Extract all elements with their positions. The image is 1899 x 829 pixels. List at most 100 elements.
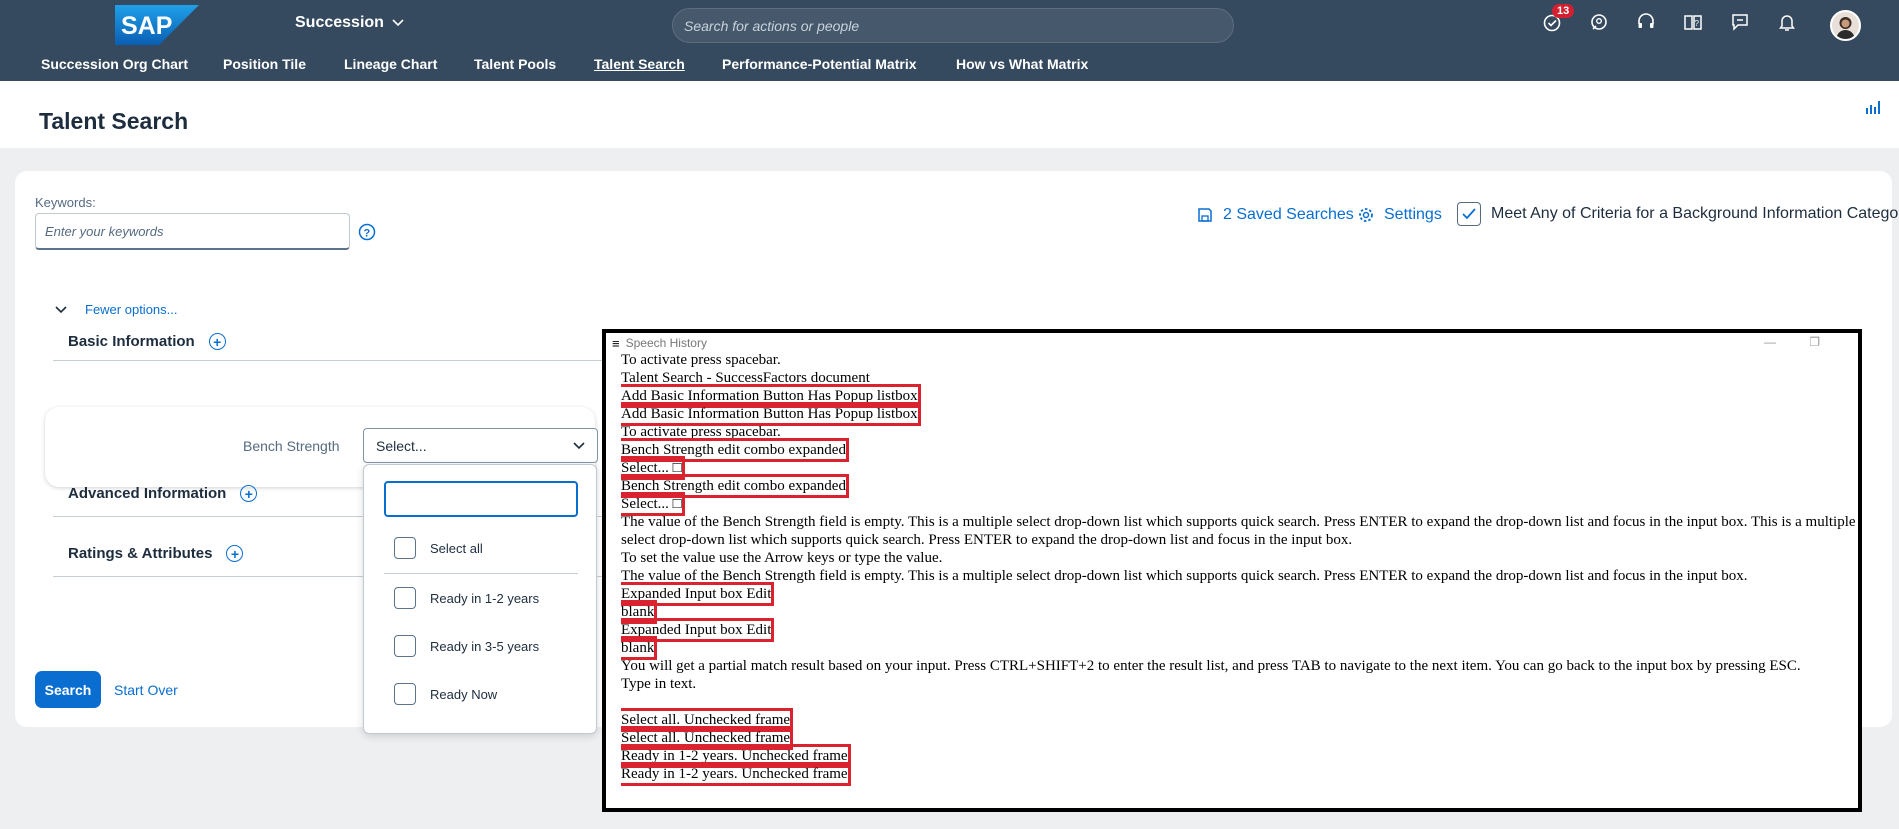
divider bbox=[384, 573, 578, 574]
speech-history-window: ≡ Speech History — ❐ To activate press s… bbox=[602, 329, 1862, 812]
speech-line-text: Expanded Input box Edit bbox=[621, 582, 775, 606]
speech-line-text: Add Basic Information Button Has Popup l… bbox=[621, 384, 921, 408]
save-icon bbox=[1198, 208, 1212, 222]
bench-strength-value: Select... bbox=[376, 437, 427, 454]
nav-talent-search[interactable]: Talent Search bbox=[594, 56, 685, 72]
shell-icons: 13 ? bbox=[1542, 4, 1799, 36]
speech-line-text: Select... □ bbox=[621, 456, 685, 480]
saved-searches-link[interactable]: 2 Saved Searches bbox=[1197, 206, 1354, 224]
option-select-all[interactable]: Select all bbox=[394, 537, 483, 559]
logo-text: SAP bbox=[121, 12, 172, 40]
svg-text:?: ? bbox=[1695, 19, 1700, 28]
feedback-icon[interactable] bbox=[1730, 12, 1752, 36]
settings-link[interactable]: Settings bbox=[1358, 206, 1442, 224]
bench-strength-popover: Select all Ready in 1-2 years Ready in 3… bbox=[363, 464, 597, 734]
chevron-down-icon bbox=[392, 19, 404, 27]
speech-line-text: Expanded Input box Edit bbox=[621, 618, 775, 642]
speech-line-text: The value of the Bench Strength field is… bbox=[621, 514, 1856, 548]
speech-history-log[interactable]: To activate press spacebar. Talent Search… bbox=[621, 351, 1856, 803]
speech-line: Select all. Unchecked frame bbox=[621, 708, 1856, 732]
gear-icon bbox=[1359, 208, 1373, 222]
menu-icon[interactable]: ≡ bbox=[612, 336, 620, 351]
speech-history-title: Speech History bbox=[625, 336, 707, 350]
speech-line: Select... □ bbox=[621, 492, 1856, 516]
speech-line-text: Select all. Unchecked frame bbox=[621, 708, 794, 732]
speech-line-text: To activate press spacebar. bbox=[621, 424, 781, 440]
speech-line: Ready in 1-2 years. Unchecked frame bbox=[621, 762, 1856, 786]
meet-any-checkbox-row[interactable]: Meet Any of Criteria for a Background In… bbox=[1457, 202, 1899, 226]
app-title: Succession bbox=[295, 14, 384, 31]
speech-line: blank bbox=[621, 600, 1856, 624]
minimize-icon[interactable]: — bbox=[1764, 335, 1776, 349]
speech-line-text: Talent Search - SuccessFactors document bbox=[621, 370, 870, 386]
meet-any-checkbox[interactable] bbox=[1457, 202, 1481, 226]
user-avatar[interactable] bbox=[1830, 10, 1861, 41]
chevron-down-icon bbox=[573, 441, 585, 449]
start-over-link[interactable]: Start Over bbox=[114, 682, 178, 698]
checkbox[interactable] bbox=[394, 587, 416, 609]
headset-icon[interactable] bbox=[1636, 12, 1658, 36]
option-ready-now[interactable]: Ready Now bbox=[394, 683, 497, 705]
speech-line: Talent Search - SuccessFactors document bbox=[621, 369, 1856, 387]
checkmark-icon bbox=[1462, 208, 1476, 220]
option-label: Ready in 1-2 years bbox=[430, 590, 540, 606]
speech-line-text: blank bbox=[621, 600, 658, 624]
speech-line-text: Select all. Unchecked frame bbox=[621, 726, 794, 750]
nav-talent-pools[interactable]: Talent Pools bbox=[474, 56, 556, 72]
section-basic-label: Basic Information bbox=[68, 333, 195, 350]
nav-position-tile[interactable]: Position Tile bbox=[223, 56, 306, 72]
speech-line-text: Bench Strength edit combo expanded bbox=[621, 438, 849, 462]
speech-line-text: Ready in 1-2 years. Unchecked frame bbox=[621, 762, 851, 786]
bench-strength-label: Bench Strength bbox=[243, 438, 340, 454]
speech-line bbox=[621, 693, 1856, 711]
speech-line-text: Bench Strength edit combo expanded bbox=[621, 474, 849, 498]
speech-line: To activate press spacebar. bbox=[621, 351, 1856, 369]
speech-line-text: To activate press spacebar. bbox=[621, 352, 781, 368]
speech-line: Select... □ bbox=[621, 456, 1856, 480]
checkbox[interactable] bbox=[394, 683, 416, 705]
speech-line: Expanded Input box Edit bbox=[621, 582, 1856, 606]
bar-chart-icon[interactable] bbox=[1865, 99, 1881, 115]
checkbox[interactable] bbox=[394, 635, 416, 657]
speech-line: To activate press spacebar. bbox=[621, 423, 1856, 441]
speech-line-text: The value of the Bench Strength field is… bbox=[621, 568, 1748, 584]
question-icon[interactable]: ? bbox=[358, 223, 376, 241]
nav-performance-potential-matrix[interactable]: Performance-Potential Matrix bbox=[722, 56, 917, 72]
nav-succession-org-chart[interactable]: Succession Org Chart bbox=[41, 56, 188, 72]
speech-line: You will get a partial match result base… bbox=[621, 657, 1856, 675]
bench-strength-select[interactable]: Select... bbox=[363, 428, 598, 463]
option-label: Ready Now bbox=[430, 686, 498, 702]
speech-history-titlebar[interactable]: ≡ Speech History bbox=[606, 333, 1858, 353]
chat-icon[interactable] bbox=[1589, 12, 1611, 36]
nav-how-vs-what-matrix[interactable]: How vs What Matrix bbox=[956, 56, 1088, 72]
restore-icon[interactable]: ❐ bbox=[1809, 335, 1820, 349]
global-search-input[interactable] bbox=[684, 17, 1222, 34]
section-basic-information: Basic Information + bbox=[53, 303, 620, 361]
checkbox[interactable] bbox=[394, 537, 416, 559]
global-search[interactable] bbox=[672, 8, 1234, 43]
popover-search-input[interactable] bbox=[384, 481, 578, 517]
speech-line: Ready in 1-2 years. Unchecked frame bbox=[621, 744, 1856, 768]
add-ratings-attributes-button[interactable]: + bbox=[226, 545, 244, 562]
speech-line-text bbox=[621, 694, 625, 710]
speech-line: Bench Strength edit combo expanded bbox=[621, 438, 1856, 462]
keywords-label: Keywords: bbox=[35, 195, 96, 210]
section-title-ratings: Ratings & Attributes + bbox=[68, 545, 244, 562]
add-basic-information-button[interactable]: + bbox=[208, 333, 226, 350]
app-title-menu[interactable]: Succession bbox=[295, 14, 404, 32]
search-button[interactable]: Search bbox=[35, 671, 101, 708]
keywords-input[interactable] bbox=[35, 213, 350, 250]
nav-lineage-chart[interactable]: Lineage Chart bbox=[344, 56, 437, 72]
settings-label: Settings bbox=[1384, 206, 1442, 223]
page-header: Talent Search bbox=[0, 81, 1899, 148]
help-book-icon[interactable]: ? bbox=[1683, 12, 1705, 36]
speech-line-text: Select... □ bbox=[621, 492, 685, 516]
option-ready-1-2-years[interactable]: Ready in 1-2 years bbox=[394, 587, 539, 609]
speech-line: Bench Strength edit combo expanded bbox=[621, 474, 1856, 498]
add-advanced-information-button[interactable]: + bbox=[240, 485, 258, 502]
speech-line-text: blank bbox=[621, 636, 658, 660]
todo-icon[interactable]: 13 bbox=[1542, 4, 1575, 36]
bell-icon[interactable] bbox=[1777, 12, 1799, 36]
option-ready-3-5-years[interactable]: Ready in 3-5 years bbox=[394, 635, 539, 657]
sap-logo[interactable]: SAP bbox=[115, 5, 199, 45]
